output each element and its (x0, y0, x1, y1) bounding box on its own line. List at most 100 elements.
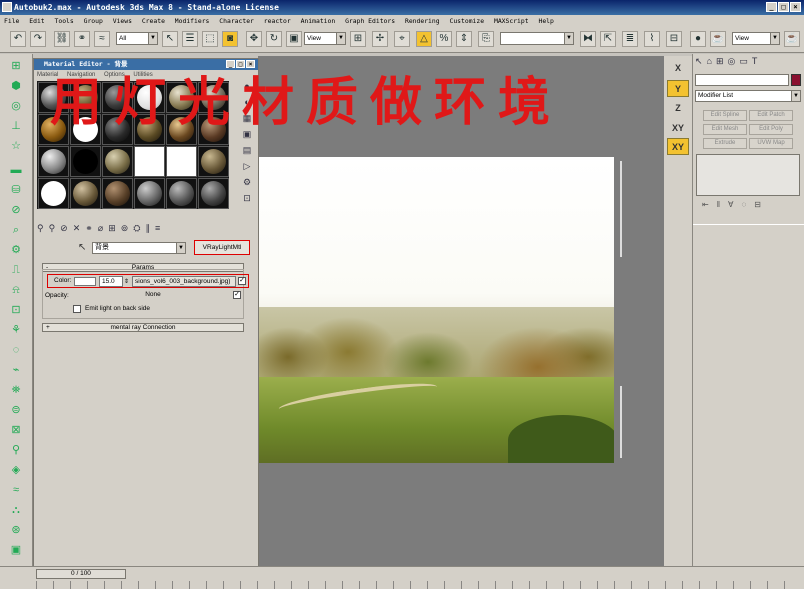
snaps-toggle-icon[interactable]: ⌖ (394, 31, 410, 47)
sample-slot[interactable] (38, 146, 69, 177)
menu-views[interactable]: Views (113, 17, 132, 25)
modifier-stack[interactable] (696, 154, 800, 196)
align-icon[interactable]: ⇱ (600, 31, 616, 47)
tool-icon[interactable]: ◎ (7, 98, 25, 114)
opacity-map-button[interactable]: None (103, 291, 203, 301)
edit-named-selections-icon[interactable]: ⎘ (478, 31, 494, 47)
axis-y-button[interactable]: Y (667, 80, 689, 97)
curve-editor-icon[interactable]: ⌇ (644, 31, 660, 47)
color-swatch[interactable] (74, 277, 96, 286)
menu-reactor[interactable]: reactor (264, 17, 291, 25)
menu-customize[interactable]: Customize (449, 17, 484, 25)
tool-icon[interactable]: ◈ (7, 462, 25, 478)
make-preview-icon[interactable]: ▷ (239, 161, 255, 175)
material-type-button[interactable]: VRayLightMtl (194, 240, 250, 255)
mirror-icon[interactable]: ⧓ (580, 31, 596, 47)
maximize-button[interactable]: □ (778, 2, 789, 12)
material-name-field[interactable]: 背景 ▼ (92, 242, 186, 254)
menu-help[interactable]: Help (538, 17, 553, 25)
redo-icon[interactable]: ↷ (30, 31, 46, 47)
tool-icon[interactable]: ⊛ (7, 522, 25, 538)
menu-group[interactable]: Group (84, 17, 103, 25)
sample-slot[interactable] (70, 146, 101, 177)
tool-icon[interactable]: ⌁ (7, 362, 25, 378)
quick-render-icon[interactable]: ☕ (784, 31, 800, 47)
sample-slot[interactable] (166, 146, 197, 177)
select-by-name-icon[interactable]: ☰ (182, 31, 198, 47)
rect-selection-icon[interactable]: ⬚ (202, 31, 218, 47)
select-object-icon[interactable]: ↖ (162, 31, 178, 47)
layer-manager-icon[interactable]: ≣ (622, 31, 638, 47)
object-color-swatch[interactable] (791, 74, 801, 86)
axis-z-button[interactable]: Z (667, 100, 689, 117)
select-by-material-icon[interactable]: ⊡ (239, 193, 255, 207)
pivot-center-icon[interactable]: ⊞ (350, 31, 366, 47)
reference-coord-dropdown[interactable]: View ▼ (304, 32, 346, 45)
tool-icon[interactable]: ◌ (7, 342, 25, 358)
axis-xy-toggle-button[interactable]: XY (667, 138, 689, 155)
menu-tools[interactable]: Tools (55, 17, 74, 25)
window-crossing-icon[interactable]: ◙ (222, 31, 238, 47)
spinner-icon[interactable]: ⇕ (124, 276, 129, 288)
undo-icon[interactable]: ↶ (10, 31, 26, 47)
named-selection-dropdown[interactable]: ▼ (500, 32, 574, 45)
tool-icon[interactable]: ⊡ (7, 302, 25, 318)
sample-slot[interactable] (70, 178, 101, 209)
menu-edit[interactable]: Edit (29, 17, 44, 25)
schematic-view-icon[interactable]: ⊟ (666, 31, 682, 47)
tool-icon[interactable]: ⊥ (7, 118, 25, 134)
tool-icon[interactable]: ▣ (7, 542, 25, 558)
bind-space-warp-icon[interactable]: ≈ (94, 31, 110, 47)
sample-slot[interactable] (102, 146, 133, 177)
tool-icon[interactable]: ⊘ (7, 202, 25, 218)
sample-slot[interactable] (38, 178, 69, 209)
tool-icon[interactable]: ⊠ (7, 422, 25, 438)
edit-mesh-button[interactable]: Edit Mesh (703, 124, 747, 135)
material-editor-icon[interactable]: ● (690, 31, 706, 47)
render-view-dropdown[interactable]: View ▼ (732, 32, 780, 45)
track-bar[interactable] (36, 581, 800, 589)
axis-x-button[interactable]: X (667, 60, 689, 77)
sample-slot[interactable] (134, 146, 165, 177)
opacity-map-checkbox[interactable]: ✓ (233, 291, 241, 299)
material-editor-toolbar[interactable]: ⚲⚲⊘✕⚭⌀⊞⊚⛭∥≡ (37, 223, 255, 237)
sample-slot[interactable] (198, 146, 229, 177)
render-setup-icon[interactable]: ☕ (710, 31, 726, 47)
pick-material-icon[interactable]: ↖ (78, 242, 90, 253)
sample-slot[interactable] (134, 178, 165, 209)
rotate-icon[interactable]: ↻ (266, 31, 282, 47)
scale-icon[interactable]: ▣ (286, 31, 302, 47)
tool-icon[interactable]: ⍾ (7, 282, 25, 298)
tool-icon[interactable]: ≈ (7, 482, 25, 498)
edit-spline-button[interactable]: Edit Spline (703, 110, 747, 121)
time-slider[interactable]: 0 / 100 (36, 569, 126, 579)
menu-maxscript[interactable]: MAXScript (494, 17, 529, 25)
minimize-button[interactable]: _ (766, 2, 777, 12)
menu-modifiers[interactable]: Modifiers (175, 17, 210, 25)
menu-rendering[interactable]: Rendering (405, 17, 440, 25)
edit-patch-button[interactable]: Edit Patch (749, 110, 793, 121)
extrude-button[interactable]: Extrude (703, 138, 747, 149)
axis-xy-button[interactable]: XY (667, 120, 689, 137)
sample-slot[interactable] (166, 178, 197, 209)
tool-icon[interactable]: ▬ (7, 162, 25, 178)
object-name-field[interactable] (695, 74, 789, 86)
command-panel-tabs[interactable]: ↖⌂⊞◎▭T (695, 56, 801, 70)
multiplier-field[interactable]: 15.0 (99, 276, 123, 287)
move-icon[interactable]: ✥ (246, 31, 262, 47)
edit-poly-button[interactable]: Edit Poly (749, 124, 793, 135)
color-map-checkbox[interactable]: ✓ (238, 277, 246, 285)
tool-icon[interactable]: ⛁ (7, 182, 25, 198)
spinner-snap-icon[interactable]: ⇕ (456, 31, 472, 47)
tool-icon[interactable]: ⊜ (7, 402, 25, 418)
video-color-check-icon[interactable]: ▤ (239, 145, 255, 159)
uvw-map-button[interactable]: UVW Map (749, 138, 793, 149)
menu-animation[interactable]: Animation (301, 17, 336, 25)
emit-back-side-checkbox[interactable] (73, 305, 81, 313)
tool-icon[interactable]: ⚙ (7, 242, 25, 258)
angle-snap-icon[interactable]: △ (416, 31, 432, 47)
select-link-icon[interactable]: ⛓ (54, 31, 70, 47)
sample-slot[interactable] (102, 178, 133, 209)
menu-character[interactable]: Character (219, 17, 254, 25)
tool-icon[interactable]: ⛯ (7, 382, 25, 398)
